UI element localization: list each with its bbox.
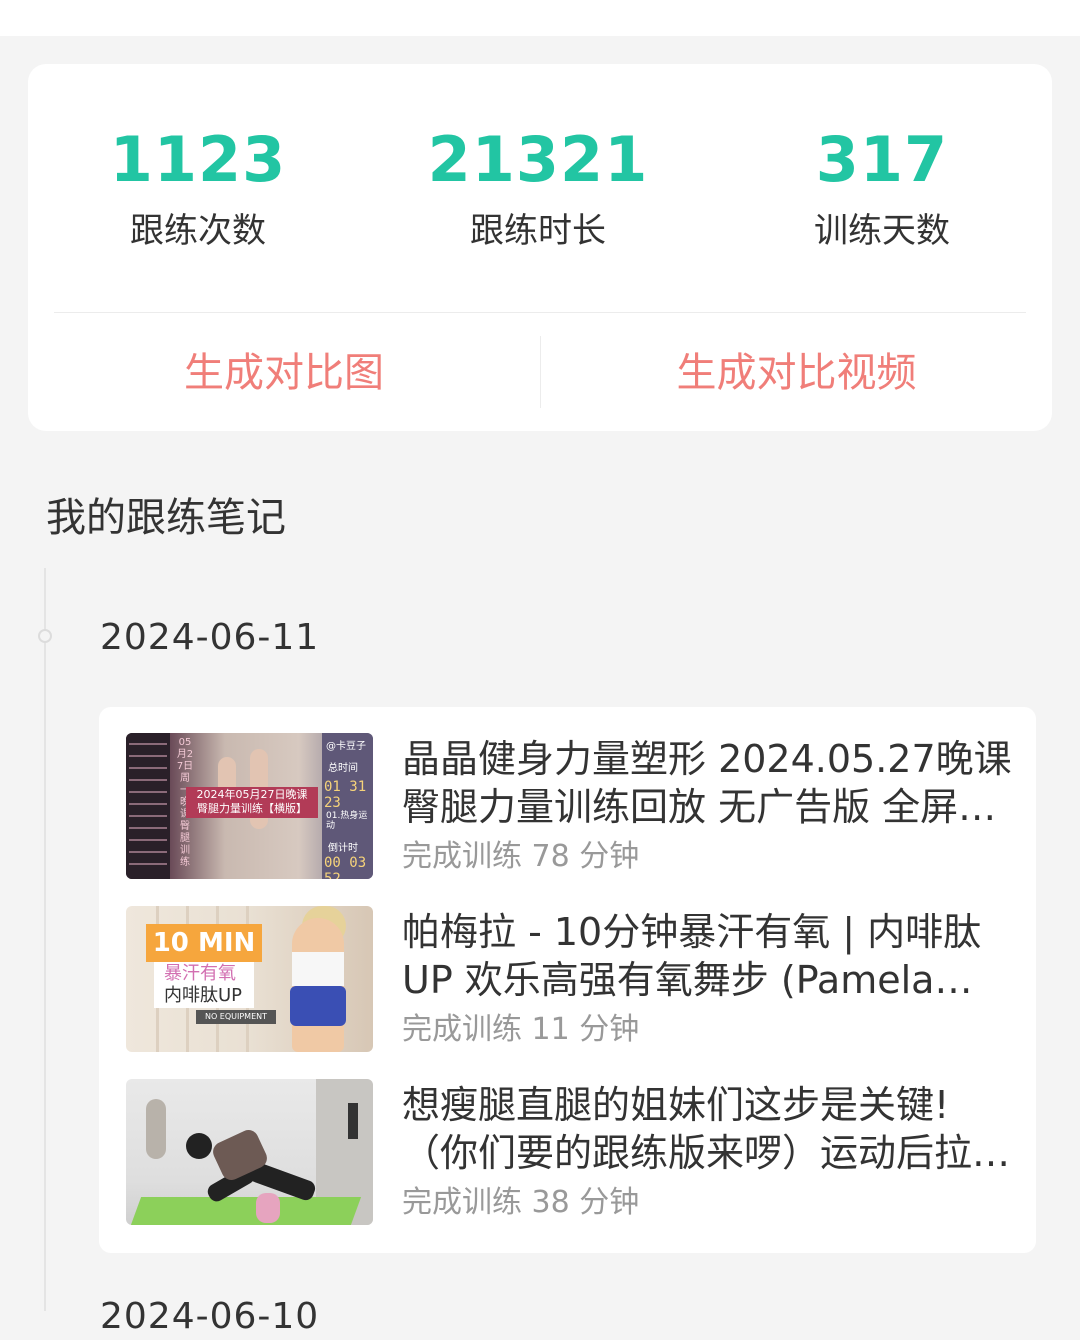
note-duration: 完成训练 78 分钟 — [402, 839, 640, 874]
thumb-countdown: 00 03 52 — [324, 855, 367, 879]
thumb-footer: NO EQUIPMENT — [196, 1010, 276, 1024]
note-title: 帕梅拉 - 10分钟暴汗有氧 | 内啡肽UP 欢乐高强有氧舞步 (Pamela … — [402, 910, 982, 1002]
person-figure — [186, 1133, 212, 1159]
thumb-badge: 10 MIN — [146, 924, 262, 962]
person-figure — [292, 952, 344, 986]
foam-roller — [256, 1193, 280, 1223]
thumb-total-time: 01 31 23 — [324, 779, 367, 811]
stat-label: 跟练时长 — [470, 211, 606, 251]
video-thumbnail[interactable] — [126, 1079, 373, 1225]
wall-frame — [348, 1103, 358, 1139]
timeline-line — [44, 568, 46, 1311]
note-duration: 完成训练 38 分钟 — [402, 1185, 640, 1220]
video-thumbnail[interactable]: 05月27日 周一晚课 臀腿训练 2024年05月27日晚课 臀腿力量训练【横版… — [126, 733, 373, 879]
divider — [54, 312, 1026, 313]
note-title: 想瘦腿直腿的姐妹们这步是关键!（你们要的跟练版来啰）运动后拉伸放松 — [402, 1083, 1011, 1175]
stat-value: 21321 — [427, 123, 649, 196]
yoga-mat — [130, 1197, 362, 1225]
stat-value: 317 — [815, 123, 949, 196]
generate-compare-video-button[interactable]: 生成对比视频 — [541, 342, 1052, 404]
stat-follow-duration: 21321 跟练时长 — [368, 124, 708, 254]
stat-training-days: 317 训练天数 — [712, 124, 1052, 254]
note-title: 晶晶健身力量塑形 2024.05.27晚课 臀腿力量训练回放 无广告版 全屏可投… — [402, 737, 1012, 829]
thumb-countdown-label: 倒计时 — [328, 843, 358, 854]
plant — [146, 1099, 166, 1159]
notes-card: 05月27日 周一晚课 臀腿训练 2024年05月27日晚课 臀腿力量训练【横版… — [99, 707, 1036, 1253]
thumb-author-tag: @卡豆子 — [326, 741, 366, 752]
stat-value: 1123 — [109, 123, 287, 196]
section-title: 我的跟练笔记 — [46, 495, 286, 541]
stat-follow-count: 1123 跟练次数 — [28, 124, 368, 254]
thumb-total-label: 总时间 — [328, 763, 358, 774]
date-heading: 2024-06-11 — [100, 617, 320, 658]
stats-card: 1123 跟练次数 21321 跟练时长 317 训练天数 生成对比图 生成对比… — [28, 64, 1052, 431]
note-item[interactable]: 05月27日 周一晚课 臀腿训练 2024年05月27日晚课 臀腿力量训练【横版… — [126, 733, 1026, 879]
thumb-banner: 2024年05月27日晚课 臀腿力量训练【横版】 — [186, 787, 318, 818]
top-bar — [0, 0, 1080, 36]
video-thumbnail[interactable]: 10 MIN 暴汗有氧 内啡肽UP NO EQUIPMENT — [126, 906, 373, 1052]
note-item[interactable]: 想瘦腿直腿的姐妹们这步是关键!（你们要的跟练版来啰）运动后拉伸放松 完成训练 3… — [126, 1079, 1026, 1225]
stat-label: 跟练次数 — [130, 211, 266, 251]
note-duration: 完成训练 11 分钟 — [402, 1012, 640, 1047]
thumb-warmup: 01.热身运动 — [326, 811, 368, 831]
timeline-dot — [38, 629, 52, 643]
person-figure — [290, 986, 346, 1026]
generate-compare-image-button[interactable]: 生成对比图 — [28, 342, 540, 404]
note-item[interactable]: 10 MIN 暴汗有氧 内啡肽UP NO EQUIPMENT 帕梅拉 - 10分… — [126, 906, 1026, 1052]
thumb-sidebar — [126, 733, 170, 879]
stat-label: 训练天数 — [814, 211, 950, 251]
thumb-subtitle: 暴汗有氧 内啡肽UP — [154, 962, 254, 1008]
date-heading: 2024-06-10 — [100, 1296, 320, 1337]
